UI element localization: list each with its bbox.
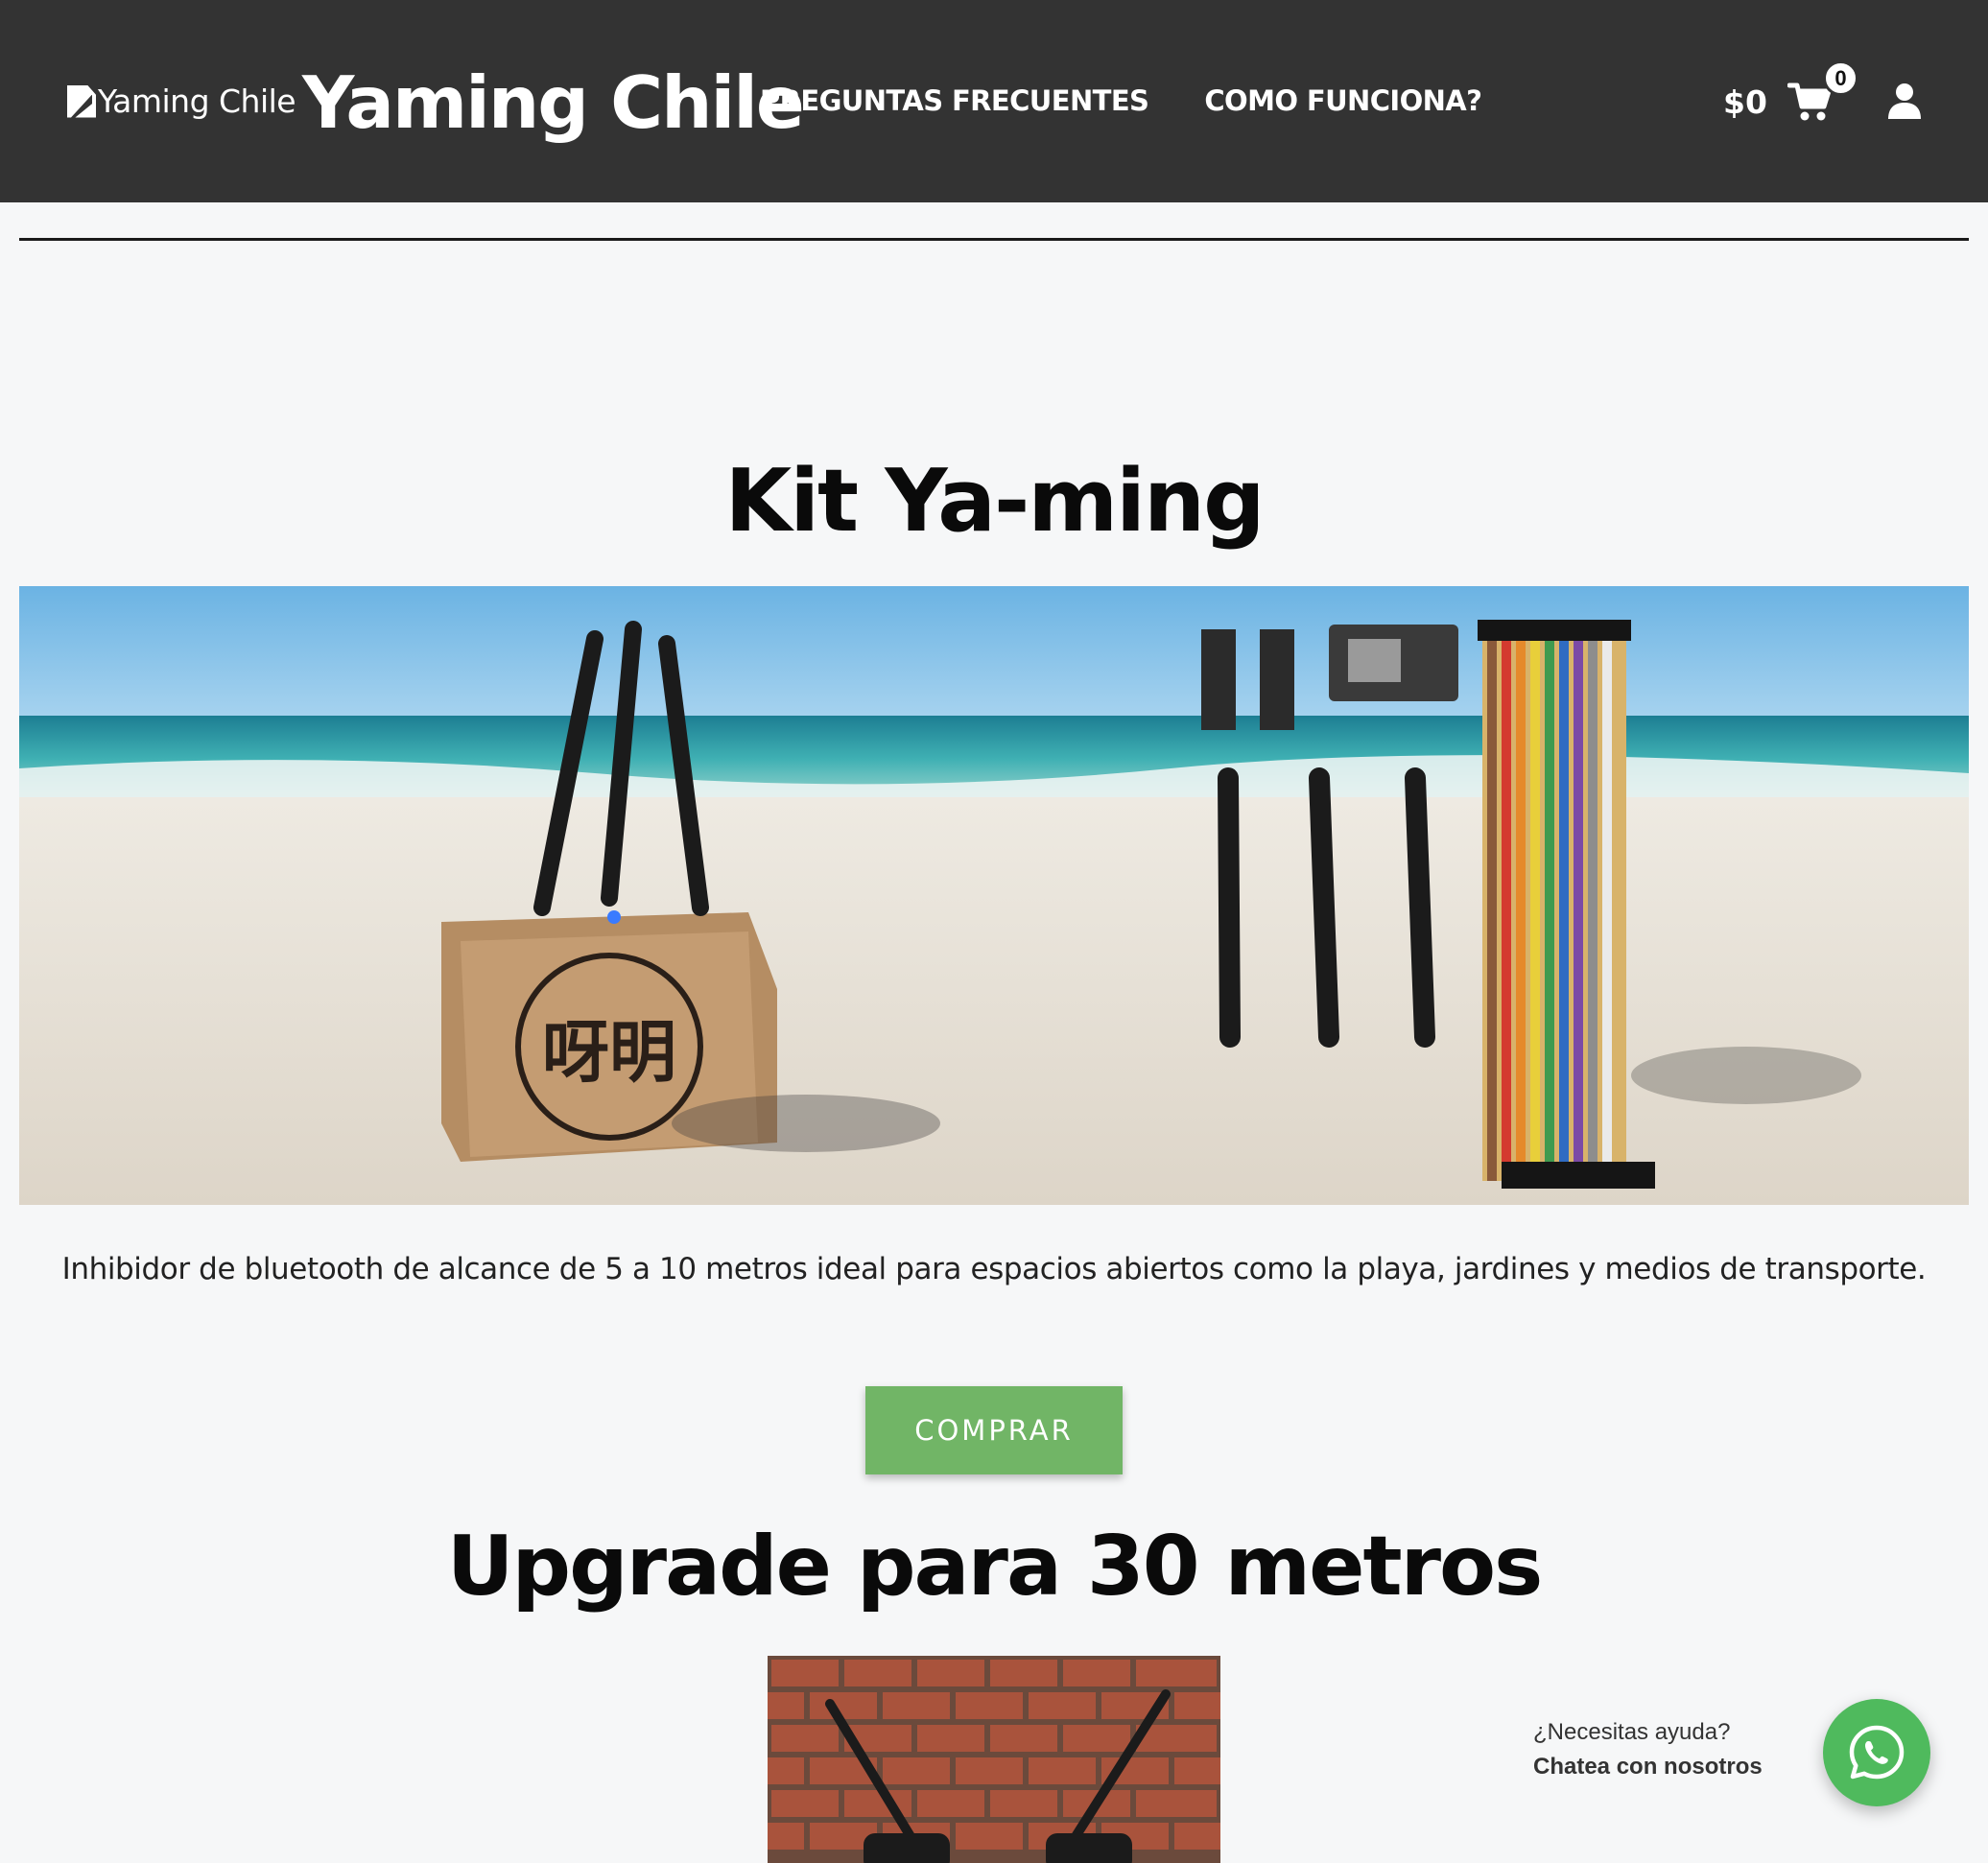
cart-total[interactable]: $0 [1723, 83, 1767, 121]
cart-count-badge: 0 [1823, 60, 1858, 96]
site-logo[interactable]: Yaming Chile [67, 83, 296, 120]
broken-image-icon [67, 84, 96, 118]
main-nav: PREGUNTAS FRECUENTES COMO FUNCIONA? [760, 84, 1482, 117]
product-description: Inhibidor de bluetooth de alcance de 5 a… [61, 1252, 1927, 1286]
site-title[interactable]: Yaming Chile [302, 59, 805, 146]
user-icon[interactable] [1886, 83, 1923, 119]
upgrade-title: Upgrade para 30 metros [446, 1519, 1544, 1615]
header-divider [19, 238, 1969, 241]
nav-item-faq[interactable]: PREGUNTAS FRECUENTES [760, 84, 1149, 117]
upgrade-image [768, 1656, 1220, 1863]
kit-title: Kit Ya-ming [724, 451, 1265, 552]
logo-alt-text: Yaming Chile [98, 83, 296, 120]
whatsapp-icon [1849, 1725, 1905, 1780]
chat-cta: Chatea con nosotros [1533, 1754, 1763, 1780]
site-header: Yaming Chile Yaming Chile PREGUNTAS FREC… [0, 0, 1988, 202]
chat-prompt[interactable]: ¿Necesitas ayuda? Chatea con nosotros [1533, 1719, 1763, 1780]
chat-question: ¿Necesitas ayuda? [1533, 1719, 1731, 1745]
box-glyphs: 呀明 [542, 1013, 676, 1092]
nav-item-how-it-works[interactable]: COMO FUNCIONA? [1204, 84, 1482, 117]
whatsapp-button[interactable] [1823, 1699, 1930, 1806]
buy-button[interactable]: COMPRAR [865, 1386, 1123, 1474]
hero-image: 呀明 [19, 586, 1969, 1205]
